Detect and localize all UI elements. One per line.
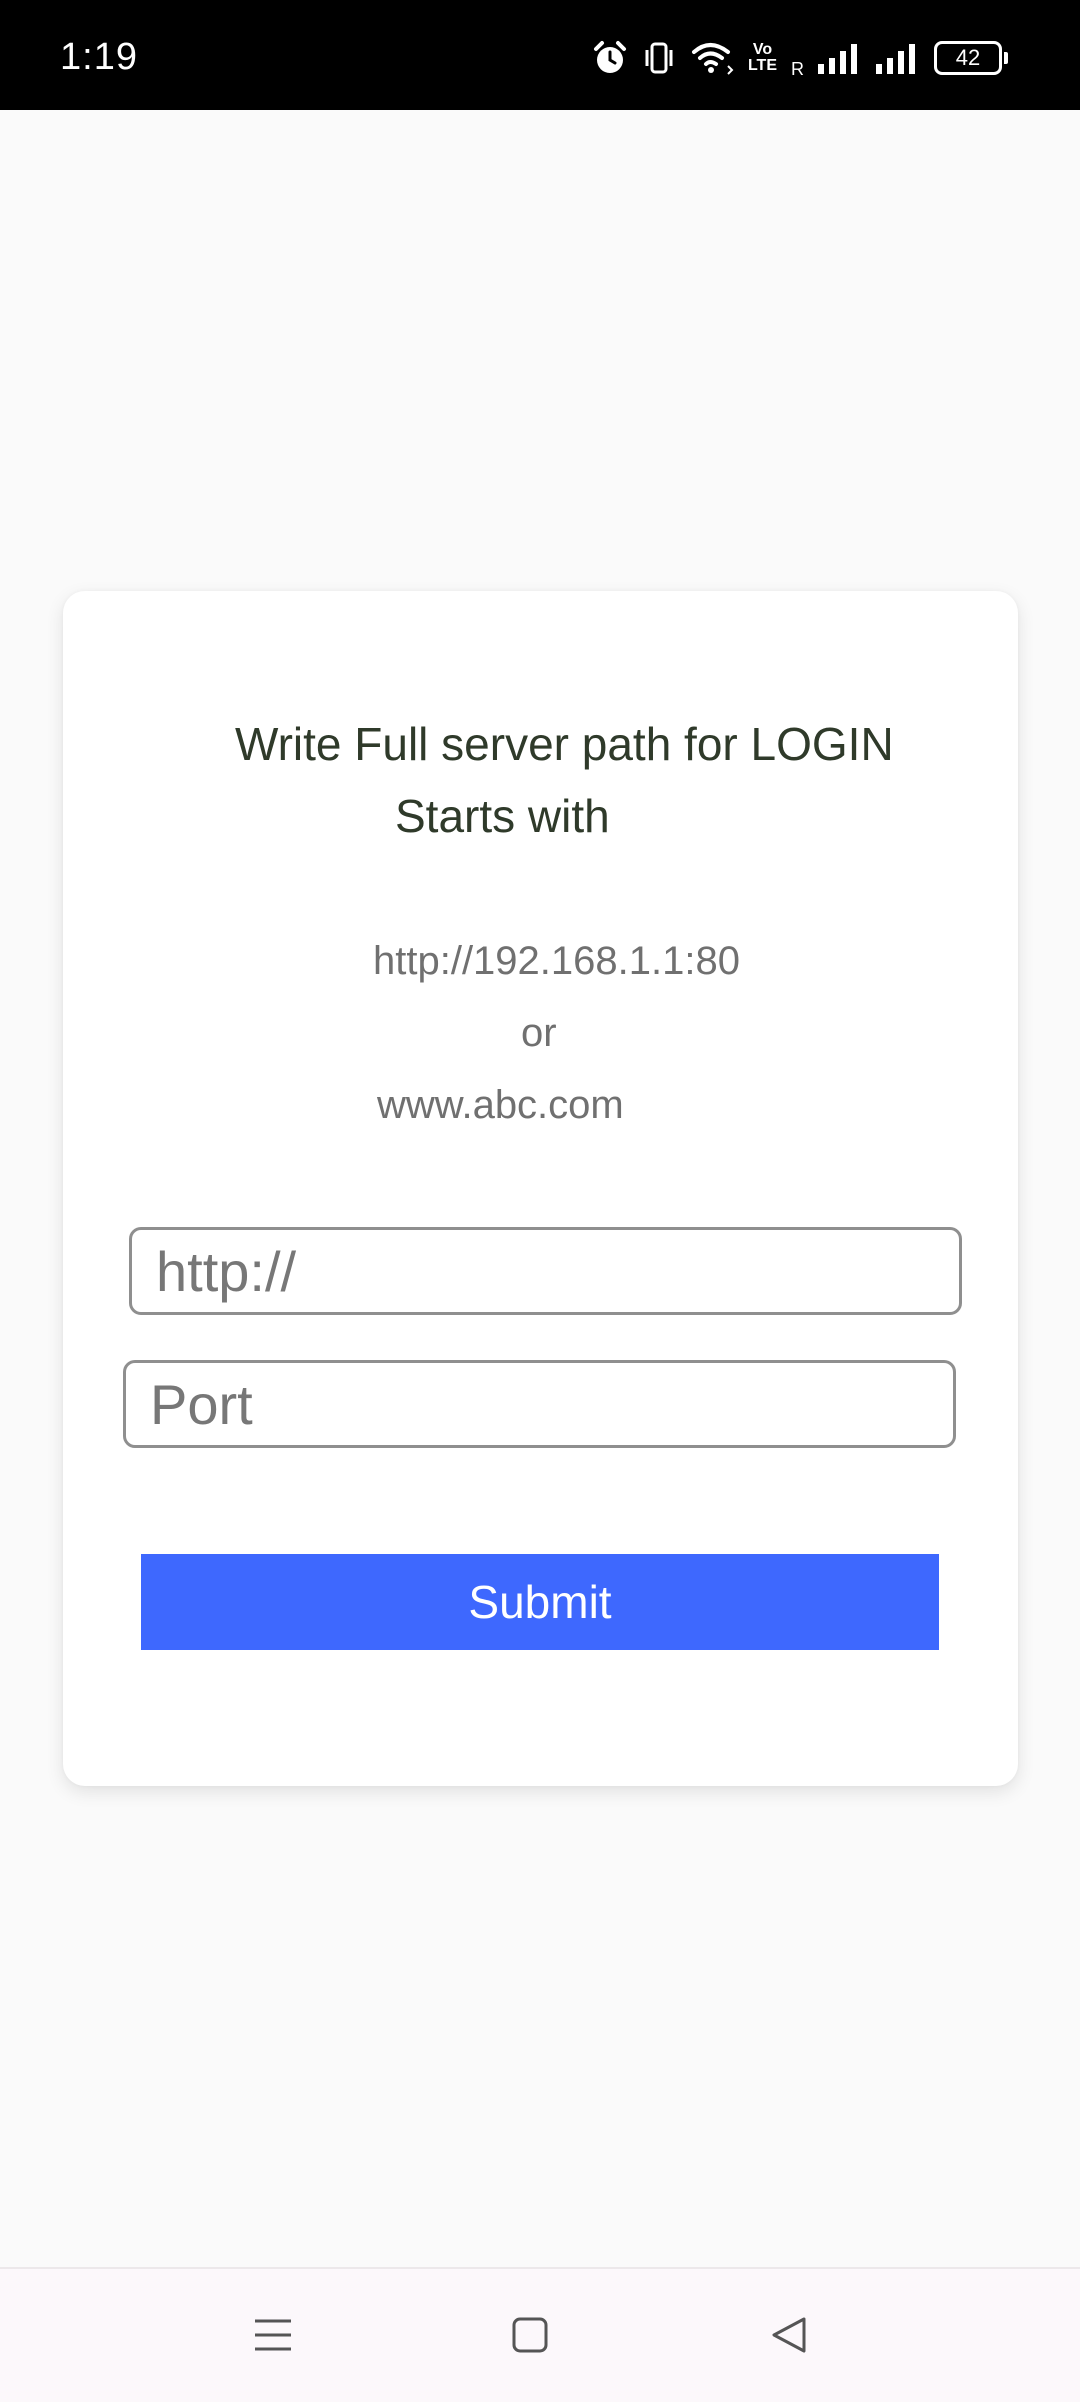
back-icon[interactable]: [758, 2305, 818, 2365]
volte-icon: Vo LTE: [748, 42, 777, 74]
home-icon[interactable]: [500, 2305, 560, 2365]
volte-bottom-label: LTE: [747, 57, 777, 74]
example-or: or: [521, 1011, 557, 1055]
card-title-line2: Starts with: [395, 790, 610, 842]
port-input[interactable]: [123, 1360, 956, 1448]
example-domain: www.abc.com: [377, 1083, 624, 1127]
battery-level: 42: [955, 45, 981, 70]
navigation-bar: [0, 2267, 1080, 2402]
status-icons: Vo LTE R 42: [592, 36, 1008, 80]
signal-icon: [876, 42, 920, 74]
battery-icon: 42: [934, 41, 1008, 75]
vibrate-icon: [642, 40, 676, 76]
signal-icon: [818, 42, 862, 74]
status-time: 1:19: [60, 36, 138, 78]
status-bar: 1:19 Vo LTE R 42: [0, 0, 1080, 110]
server-url-input[interactable]: [129, 1227, 962, 1315]
server-config-card: Write Full server path for LOGIN Starts …: [63, 591, 1018, 1786]
wifi-icon: [690, 40, 734, 76]
volte-top-label: Vo: [752, 41, 773, 58]
menu-icon[interactable]: [243, 2305, 303, 2365]
roaming-label: R: [791, 59, 804, 79]
card-title-line1: Write Full server path for LOGIN: [235, 718, 894, 770]
example-ip: http://192.168.1.1:80: [373, 939, 740, 983]
submit-button[interactable]: Submit: [141, 1554, 939, 1650]
alarm-icon: [592, 40, 628, 76]
